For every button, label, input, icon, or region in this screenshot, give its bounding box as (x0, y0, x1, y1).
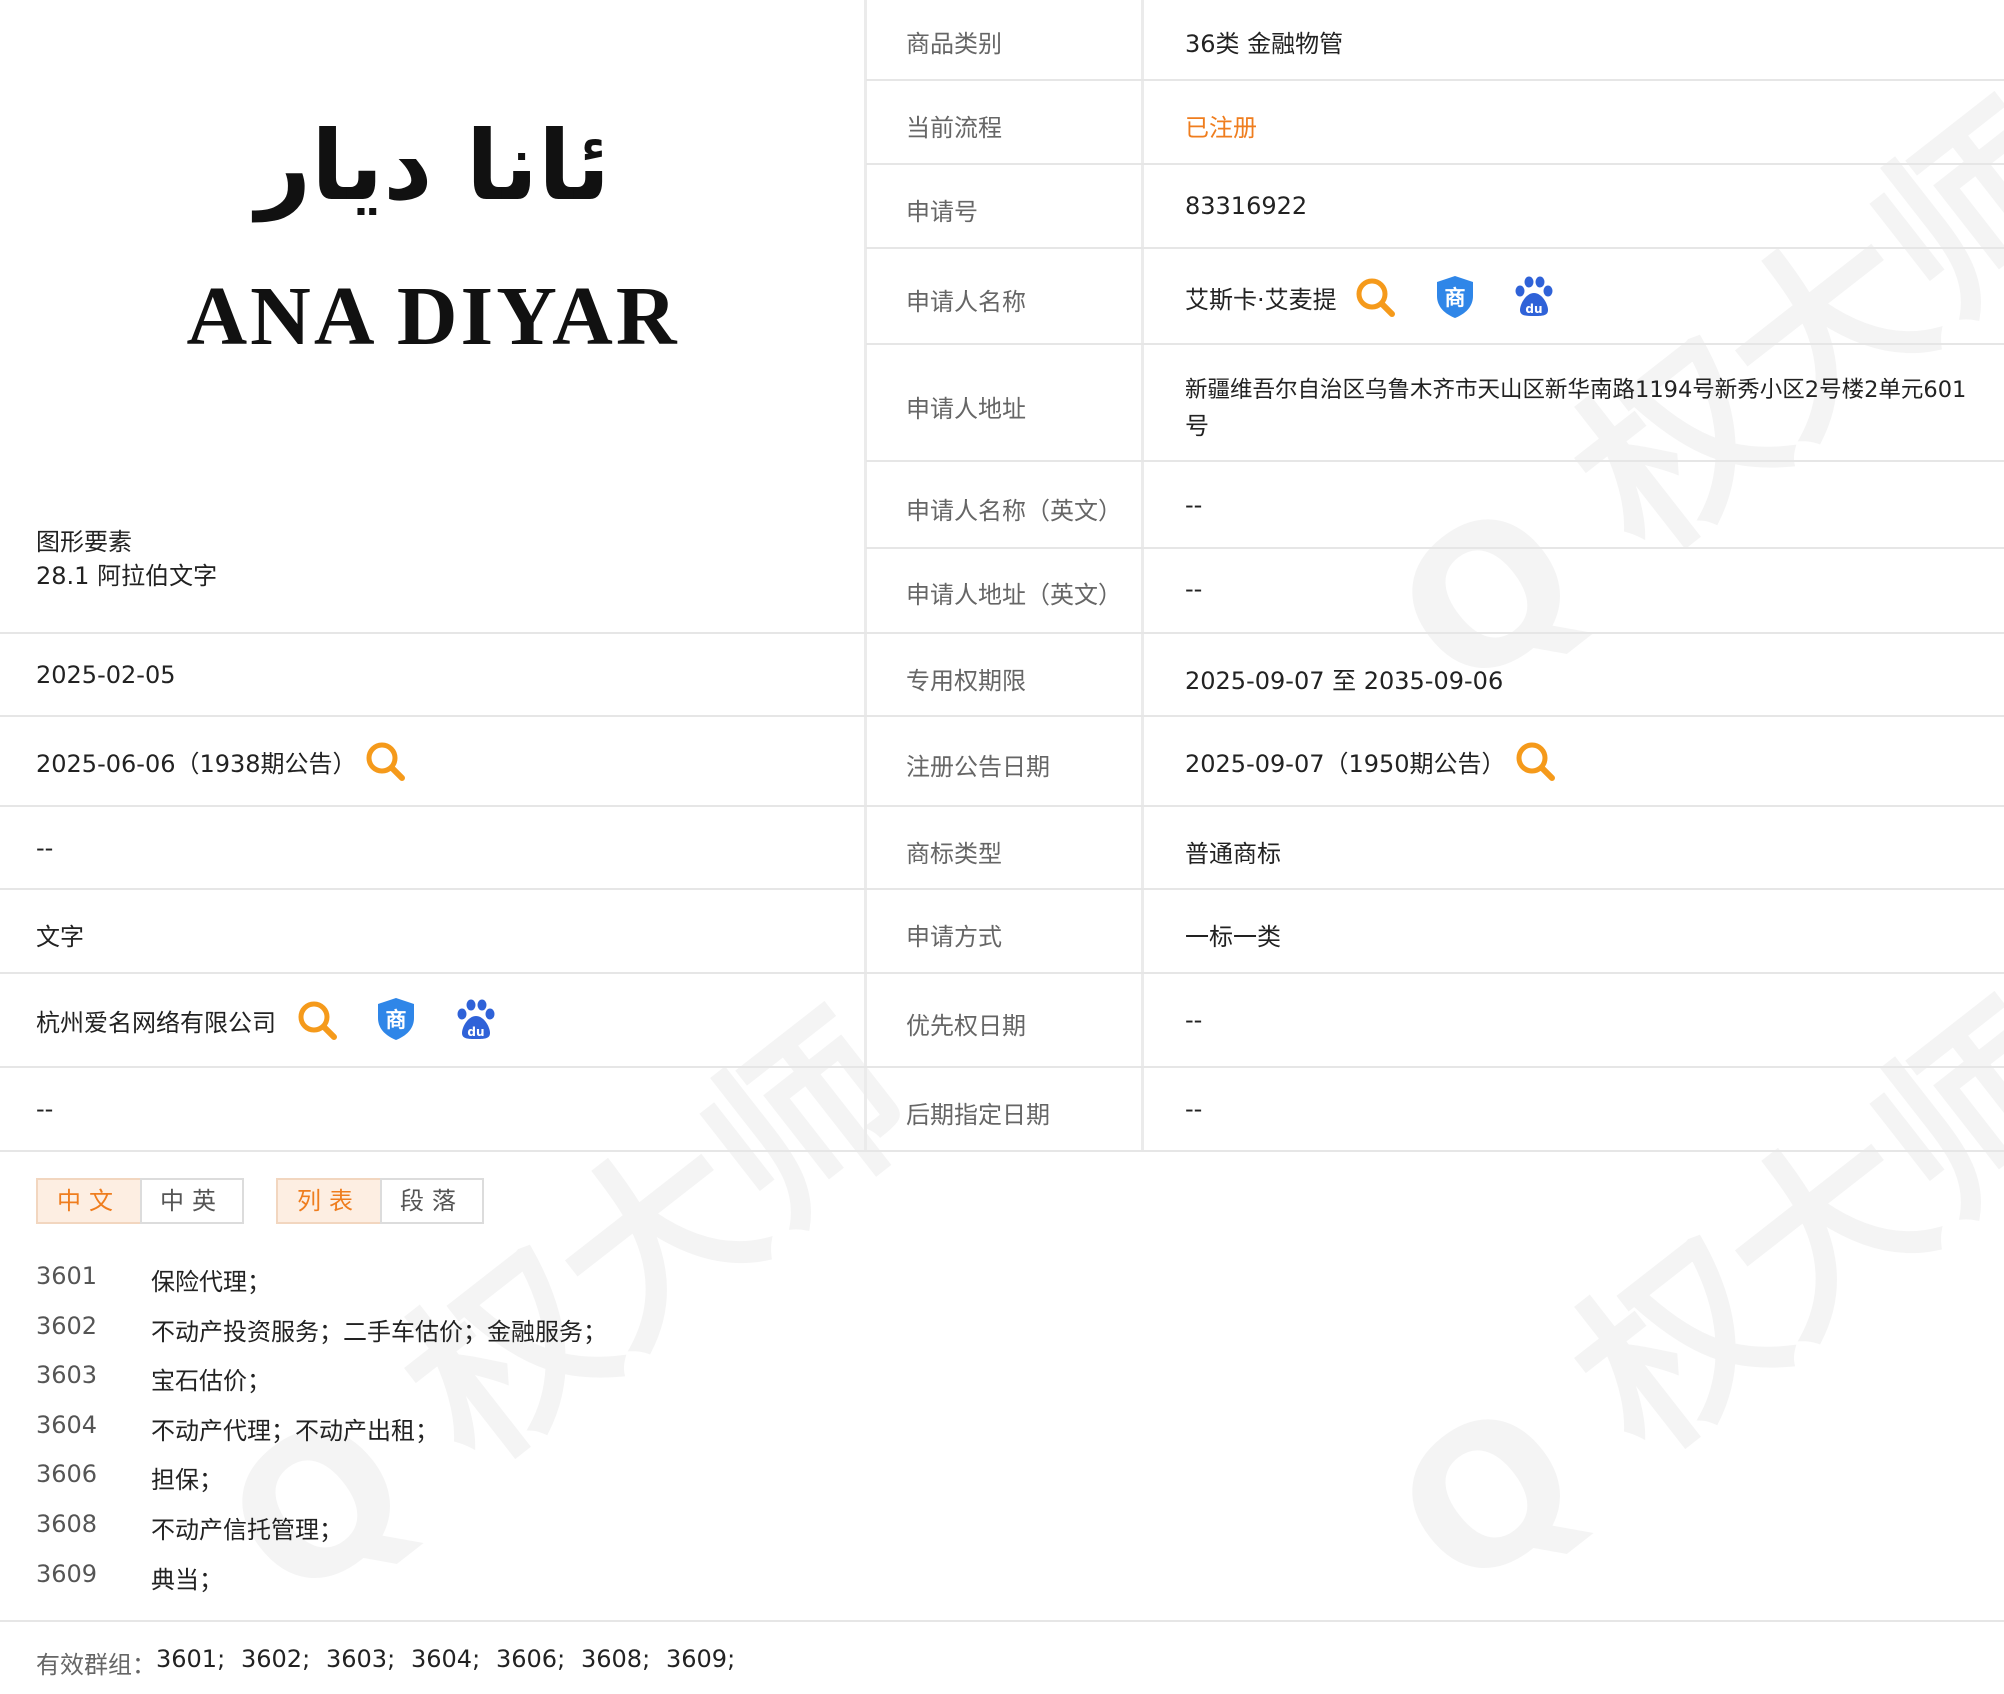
shield-shang-icon[interactable]: 商 (1434, 274, 1476, 320)
baidu-paw-icon[interactable]: du (1512, 274, 1556, 318)
service-code: 3604 (36, 1411, 98, 1439)
service-text: 宝石估价； (151, 1367, 271, 1395)
search-icon[interactable] (1354, 276, 1396, 318)
value-applicant-name-en: -- (1185, 491, 1203, 519)
valid-group-code: 3602; (241, 1645, 311, 1673)
watermark: Q 权大师 (160, 944, 958, 1652)
label-trademark-type: 商标类型 (906, 840, 1002, 868)
value-registration-announcement-date: 2025-09-07（1950期公告） (1185, 750, 1506, 778)
search-icon[interactable] (1514, 740, 1556, 782)
service-code: 3601 (36, 1262, 98, 1290)
trademark-latin-text: ANA DIYAR (186, 270, 680, 363)
label-exclusive-period: 专用权期限 (906, 667, 1026, 695)
baidu-paw-icon[interactable]: du (454, 997, 498, 1041)
label-current-process: 当前流程 (906, 114, 1002, 142)
value-application-number: 83316922 (1185, 192, 1308, 220)
value-trademark-form: 文字 (36, 923, 84, 951)
watermark: Q 权大师 (1330, 934, 2004, 1642)
label-goods-class: 商品类别 (906, 30, 1002, 58)
row-divider (0, 715, 2004, 717)
search-icon[interactable] (364, 740, 406, 782)
label-applicant-address-en: 申请人地址（英文） (906, 581, 1122, 609)
row-divider (866, 460, 2004, 462)
row-divider (866, 547, 2004, 549)
value-applicant-address-line1: 新疆维吾尔自治区乌鲁木齐市天山区新华南路1194号新秀小区2号楼2单元601 (1185, 377, 1967, 403)
service-text: 担保； (151, 1466, 223, 1494)
valid-group-code: 3603; (326, 1645, 396, 1673)
row-divider (0, 972, 2004, 974)
value-applicant-address-en: -- (1185, 575, 1203, 603)
value-priority-date: -- (1185, 1006, 1203, 1034)
service-code: 3602 (36, 1312, 98, 1340)
value-later-designation-date: -- (1185, 1095, 1203, 1123)
view-toggle-paragraph[interactable]: 段落 (380, 1178, 484, 1224)
value-applicant-name: 艾斯卡·艾麦提 (1185, 286, 1337, 314)
lang-toggle-chinese[interactable]: 中文 (36, 1178, 142, 1224)
valid-group-code: 3608; (581, 1645, 651, 1673)
value-application-method: 一标一类 (1185, 923, 1281, 951)
svg-text:商: 商 (386, 1008, 407, 1032)
service-code: 3608 (36, 1510, 98, 1538)
service-text: 不动产信托管理； (151, 1516, 343, 1544)
value-application-date: 2025-02-05 (36, 661, 176, 689)
shield-shang-icon[interactable]: 商 (375, 996, 417, 1042)
lang-toggle-chinese-english[interactable]: 中英 (140, 1178, 244, 1224)
label-registration-announcement-date: 注册公告日期 (906, 753, 1050, 781)
service-code: 3606 (36, 1460, 98, 1488)
service-text: 不动产代理；不动产出租； (151, 1417, 439, 1445)
svg-text:du: du (467, 1025, 484, 1039)
row-divider (866, 247, 2004, 249)
view-toggle-list[interactable]: 列表 (276, 1178, 382, 1224)
trademark-arabic-text: ئانا ديار (255, 110, 611, 222)
valid-group-code: 3604; (411, 1645, 481, 1673)
value-current-process: 已注册 (1185, 114, 1257, 142)
value-applicant-address-line2: 号 (1185, 412, 1209, 440)
row-divider (0, 805, 2004, 807)
row-divider (0, 632, 2004, 634)
label-applicant-name-en: 申请人名称（英文） (906, 497, 1122, 525)
valid-group-code: 3609; (666, 1645, 736, 1673)
label-applicant-name: 申请人名称 (906, 288, 1026, 316)
graphic-elements-value: 28.1 阿拉伯文字 (36, 562, 218, 590)
valid-group-code: 3601; (156, 1645, 226, 1673)
service-code: 3609 (36, 1560, 98, 1588)
column-divider (1141, 0, 1144, 1150)
label-application-number: 申请号 (906, 198, 978, 226)
graphic-elements-label: 图形要素 (36, 528, 132, 556)
valid-groups-label: 有效群组： (36, 1651, 156, 1679)
value-left-row-6: -- (36, 1095, 54, 1123)
row-divider (0, 1066, 2004, 1068)
value-trademark-type: 普通商标 (1185, 840, 1281, 868)
service-text: 保险代理； (151, 1268, 271, 1296)
row-divider (866, 163, 2004, 165)
valid-group-code: 3606; (496, 1645, 566, 1673)
search-icon[interactable] (296, 999, 338, 1041)
label-applicant-address: 申请人地址 (906, 395, 1026, 423)
value-preliminary-announcement-date: 2025-06-06（1938期公告） (36, 750, 357, 778)
row-divider (866, 343, 2004, 345)
value-goods-class: 36类 金融物管 (1185, 30, 1344, 58)
value-agency-name: 杭州爱名网络有限公司 (36, 1009, 276, 1037)
value-left-row-3: -- (36, 834, 54, 862)
svg-text:du: du (1525, 302, 1542, 316)
svg-text:商: 商 (1445, 286, 1466, 310)
service-text: 不动产投资服务；二手车估价；金融服务； (151, 1318, 607, 1346)
row-divider (866, 79, 2004, 81)
value-exclusive-period: 2025-09-07 至 2035-09-06 (1185, 667, 1504, 695)
service-code: 3603 (36, 1361, 98, 1389)
label-application-method: 申请方式 (906, 923, 1002, 951)
row-divider (0, 888, 2004, 890)
service-text: 典当； (151, 1566, 223, 1594)
label-priority-date: 优先权日期 (906, 1012, 1026, 1040)
row-divider (0, 1150, 2004, 1152)
label-later-designation-date: 后期指定日期 (906, 1101, 1050, 1129)
row-divider (0, 1620, 2004, 1622)
